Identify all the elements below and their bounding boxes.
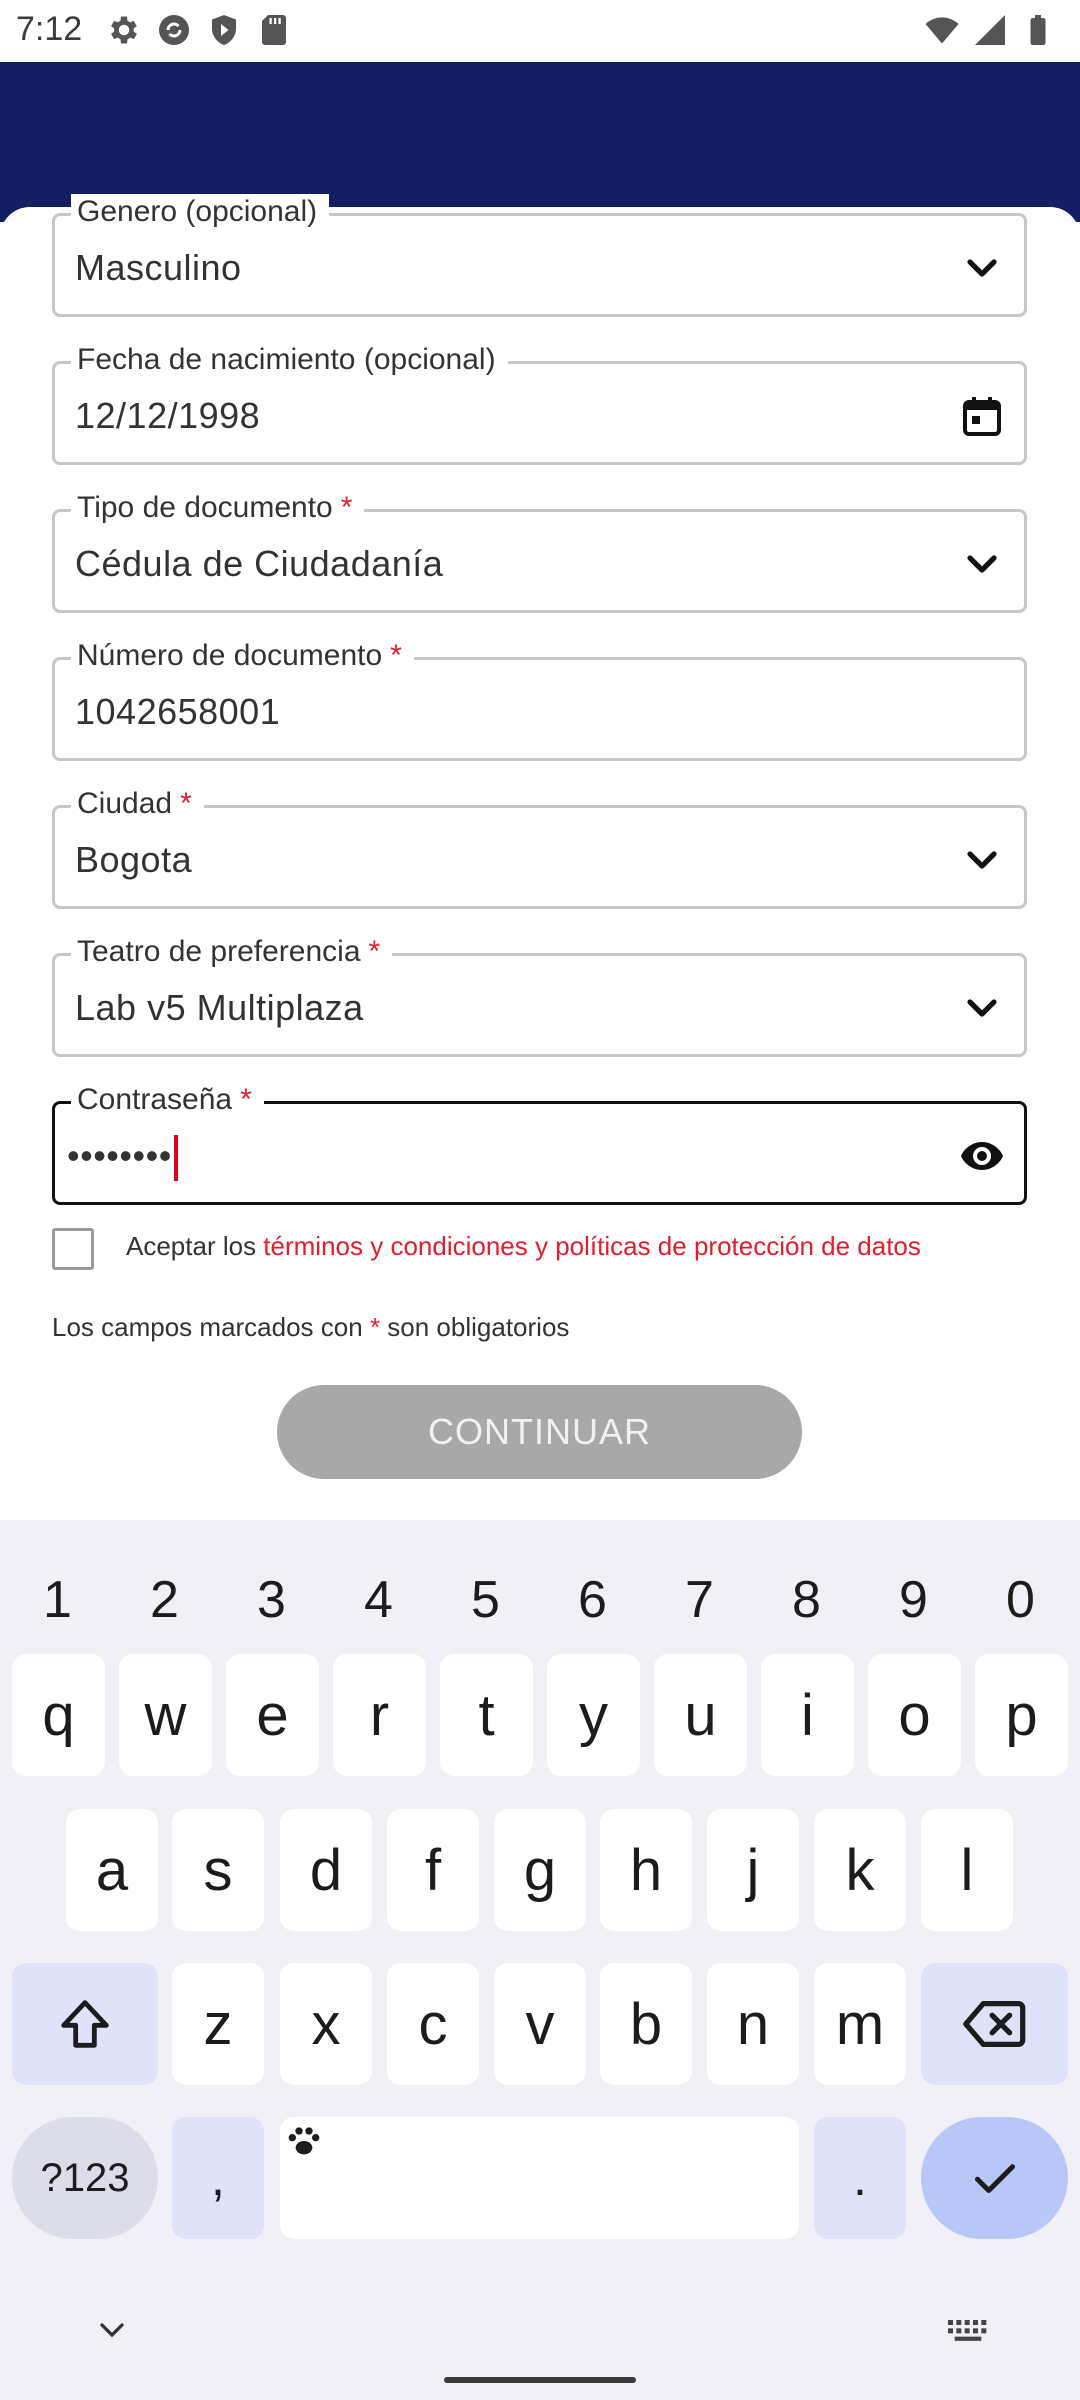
backspace-key[interactable] — [921, 1963, 1068, 2085]
required-mark: * — [368, 935, 381, 968]
key-6[interactable]: 6 — [539, 1540, 646, 1660]
required-mark: * — [180, 787, 192, 820]
sd-card-icon — [262, 15, 286, 45]
key-k[interactable]: k — [814, 1809, 906, 1931]
space-key[interactable] — [280, 2117, 799, 2239]
key-x[interactable]: x — [280, 1963, 372, 2085]
key-d[interactable]: d — [280, 1809, 372, 1931]
field-label: Número de documento * — [71, 638, 414, 674]
key-n[interactable]: n — [707, 1963, 799, 2085]
backspace-icon — [962, 2000, 1025, 2048]
keyboard-switch-icon[interactable] — [944, 2310, 992, 2350]
shield-icon — [212, 15, 236, 45]
required-mark: * — [240, 1083, 252, 1116]
shift-key[interactable] — [12, 1963, 158, 2085]
field-label: Teatro de preferencia * — [71, 934, 393, 970]
field-label: Fecha de nacimiento (opcional) — [71, 342, 508, 378]
period-key[interactable]: . — [814, 2117, 906, 2239]
theater-select[interactable]: Teatro de preferencia * Lab v5 Multiplaza — [52, 934, 1027, 1057]
signal-icon — [975, 15, 1005, 45]
key-w[interactable]: w — [119, 1654, 212, 1776]
key-2[interactable]: 2 — [111, 1540, 218, 1660]
calendar-icon[interactable] — [958, 392, 1006, 440]
field-value: 12/12/1998 — [75, 395, 261, 436]
key-5[interactable]: 5 — [432, 1540, 539, 1660]
keyboard-hide-icon[interactable] — [92, 2310, 132, 2350]
status-bar: 7:12 — [0, 0, 1080, 62]
password-field[interactable]: Contraseña * •••••••• — [52, 1082, 1027, 1205]
key-7[interactable]: 7 — [646, 1540, 753, 1660]
key-t[interactable]: t — [440, 1654, 533, 1776]
key-8[interactable]: 8 — [753, 1540, 860, 1660]
key-q[interactable]: q — [12, 1654, 105, 1776]
field-value: Bogota — [75, 839, 193, 880]
field-label: Tipo de documento * — [71, 490, 365, 526]
key-z[interactable]: z — [172, 1963, 264, 2085]
document-type-select[interactable]: Tipo de documento * Cédula de Ciudadanía — [52, 490, 1027, 613]
field-value: •••••••• — [67, 1134, 178, 1182]
birthdate-field[interactable]: Fecha de nacimiento (opcional) 12/12/199… — [52, 342, 1027, 465]
soft-keyboard: 1 2 3 4 5 6 7 8 9 0 q w e r t y u i o p … — [0, 1520, 1080, 2400]
field-label: Contraseña * — [71, 1082, 264, 1118]
text-caret — [173, 1135, 178, 1182]
comma-key[interactable]: , — [172, 2117, 264, 2239]
terms-checkbox[interactable] — [52, 1228, 94, 1270]
number-row: 1 2 3 4 5 6 7 8 9 0 — [0, 1540, 1080, 1660]
key-1[interactable]: 1 — [4, 1540, 111, 1660]
shift-icon — [61, 2000, 109, 2048]
required-mark: * — [340, 491, 353, 524]
field-label: Ciudad * — [71, 786, 204, 822]
check-icon — [974, 2164, 1015, 2193]
eye-icon[interactable] — [958, 1132, 1006, 1180]
field-label: Genero (opcional) — [71, 194, 330, 230]
key-3[interactable]: 3 — [218, 1540, 325, 1660]
key-l[interactable]: l — [921, 1809, 1013, 1931]
key-c[interactable]: c — [387, 1963, 479, 2085]
key-j[interactable]: j — [707, 1809, 799, 1931]
key-9[interactable]: 9 — [860, 1540, 967, 1660]
continue-button[interactable]: CONTINUAR — [277, 1385, 802, 1479]
city-select[interactable]: Ciudad * Bogota — [52, 786, 1027, 909]
key-h[interactable]: h — [600, 1809, 692, 1931]
gesture-nav-bar[interactable] — [444, 2377, 636, 2383]
required-mark: * — [390, 639, 402, 672]
paw-icon — [288, 2127, 320, 2155]
key-e[interactable]: e — [226, 1654, 319, 1776]
key-b[interactable]: b — [600, 1963, 692, 2085]
wifi-icon — [925, 17, 959, 44]
key-u[interactable]: u — [654, 1654, 747, 1776]
sync-icon — [159, 15, 189, 45]
symbols-key[interactable]: ?123 — [12, 2117, 158, 2239]
terms-link[interactable]: términos y condiciones y políticas de pr… — [263, 1231, 921, 1261]
done-key[interactable] — [921, 2117, 1068, 2239]
key-0[interactable]: 0 — [967, 1540, 1074, 1660]
field-value: Cédula de Ciudadanía — [75, 543, 444, 584]
chevron-down-icon — [967, 555, 997, 573]
terms-text: Aceptar los términos y condiciones y pol… — [126, 1231, 921, 1261]
key-i[interactable]: i — [761, 1654, 854, 1776]
key-o[interactable]: o — [868, 1654, 961, 1776]
key-p[interactable]: p — [975, 1654, 1068, 1776]
field-value: Lab v5 Multiplaza — [75, 987, 364, 1028]
key-g[interactable]: g — [494, 1809, 586, 1931]
key-4[interactable]: 4 — [325, 1540, 432, 1660]
key-a[interactable]: a — [66, 1809, 158, 1931]
field-value: 1042658001 — [75, 691, 281, 732]
key-v[interactable]: v — [494, 1963, 586, 2085]
document-number-field[interactable]: Número de documento * 1042658001 — [52, 638, 1027, 761]
gender-select[interactable]: Genero (opcional) Masculino — [52, 194, 1027, 317]
key-m[interactable]: m — [814, 1963, 906, 2085]
key-y[interactable]: y — [547, 1654, 640, 1776]
chevron-down-icon — [967, 259, 997, 277]
key-f[interactable]: f — [387, 1809, 479, 1931]
required-note: Los campos marcados con * son obligatori… — [52, 1312, 570, 1342]
status-time: 7:12 — [16, 10, 83, 48]
chevron-down-icon — [967, 851, 997, 869]
field-value: Masculino — [75, 247, 242, 288]
key-r[interactable]: r — [333, 1654, 426, 1776]
chevron-down-icon — [967, 999, 997, 1017]
battery-icon — [1030, 15, 1046, 45]
key-s[interactable]: s — [172, 1809, 264, 1931]
settings-icon — [111, 16, 137, 44]
